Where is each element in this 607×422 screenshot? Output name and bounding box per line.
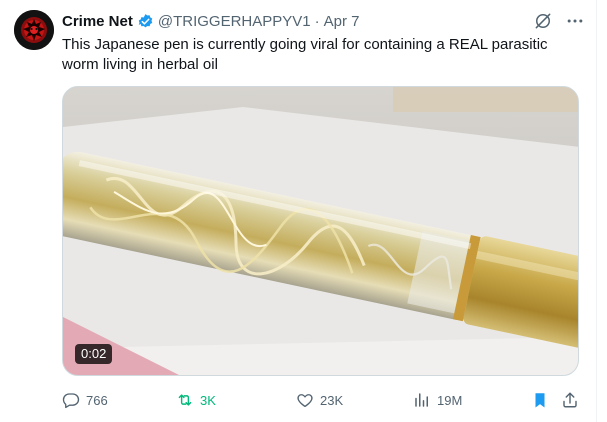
verified-badge-icon (137, 13, 154, 30)
like-count: 23K (320, 392, 344, 408)
like-icon (296, 391, 314, 409)
avatar[interactable] (14, 10, 54, 50)
separator-dot: · (314, 12, 320, 30)
video-frame (63, 87, 578, 375)
retweet-count: 3K (200, 392, 216, 408)
tweet-top-actions (532, 10, 586, 32)
views-icon (413, 391, 431, 409)
reply-count: 766 (86, 392, 108, 408)
tweet-header: Crime Net @TRIGGERHAPPYV1 · Apr 7 (62, 11, 359, 31)
retweet-icon (176, 391, 194, 409)
like-button[interactable]: 23K (296, 390, 343, 410)
views-button[interactable]: 19M (413, 390, 462, 410)
grok-icon[interactable] (532, 10, 554, 32)
tweet[interactable]: Crime Net @TRIGGERHAPPYV1 · Apr 7 This J (0, 0, 607, 422)
tweet-time[interactable]: Apr 7 (324, 13, 360, 30)
tweet-video[interactable]: 0:02 (62, 86, 579, 376)
reply-button[interactable]: 766 (62, 390, 108, 410)
author-handle[interactable]: @TRIGGERHAPPYV1 (158, 13, 311, 30)
reply-icon (62, 391, 80, 409)
video-duration: 0:02 (75, 344, 113, 364)
bookmark-button[interactable] (531, 390, 549, 410)
more-icon[interactable] (564, 10, 586, 32)
divider (596, 0, 597, 422)
share-icon (561, 391, 579, 409)
tweet-text: This Japanese pen is currently going vir… (62, 36, 548, 73)
share-button[interactable] (561, 390, 579, 410)
retweet-button[interactable]: 3K (176, 390, 216, 410)
author-name[interactable]: Crime Net (62, 13, 133, 30)
tweet-actions: 766 3K 23K 19M (62, 390, 587, 410)
views-count: 19M (437, 392, 463, 408)
bookmark-icon (531, 391, 549, 409)
